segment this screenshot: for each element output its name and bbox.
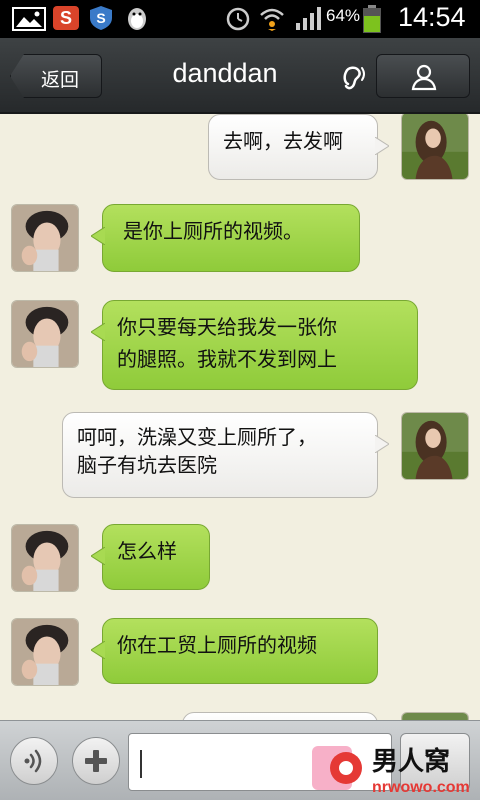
contact-avatar[interactable] [11,204,79,272]
shield-app-icon: S [90,6,112,30]
clock: 14:54 [398,2,466,32]
bubble-tail [91,547,105,565]
self-avatar[interactable] [401,412,469,480]
svg-text:S: S [60,8,72,28]
wifi-icon [260,8,284,31]
back-button-label: 返回 [41,69,80,91]
message-bubble[interactable]: 怎么样 [91,524,210,590]
message-text: 是你上厕所的视频。 [123,219,303,243]
message-text-line: 你只要每天给我发一张你 [117,315,337,339]
message-text-line: 呵呵，洗澡又变上厕所了， [77,425,317,449]
qq-penguin-icon [128,8,146,30]
self-avatar-partial[interactable] [401,712,469,720]
avatar-photo-girl [402,413,468,479]
avatar-photo-girl [402,713,468,720]
site-watermark-logo: 男人窝 nrwowo.com [312,746,470,796]
back-button[interactable]: 返回 [10,54,102,98]
bubble-tail [375,137,389,155]
message-bubble[interactable]: 你在工贸上厕所的视频 [91,618,378,684]
watermark-site: nrwowo.com [372,779,470,796]
contact-avatar[interactable] [11,618,79,686]
message-bubble[interactable]: 你只要每天给我发一张你 的腿照。我就不发到网上 [91,300,418,390]
message-bubble[interactable]: 呵呵，洗澡又变上厕所了， 脑子有坑去医院 [62,412,389,498]
avatar-photo-boy [12,619,78,685]
bubble-tail [91,227,105,245]
message-text-line: 的腿照。我就不发到网上 [117,347,337,371]
voice-input-button[interactable] [10,737,58,785]
gallery-icon [12,7,46,31]
contact-avatar[interactable] [11,300,79,368]
contact-avatar[interactable] [11,524,79,592]
bubble-tail [375,435,389,453]
earpiece-icon[interactable] [340,62,368,92]
avatar-photo-boy [12,525,78,591]
message-text: 去啊，去发啊 [223,129,343,153]
message-bubble[interactable]: 是你上厕所的视频。 [91,204,360,272]
contact-profile-button[interactable] [376,54,470,98]
message-text: 怎么样 [117,539,177,563]
message-text-line: 脑子有坑去医院 [77,453,217,477]
watermark-brand: 男人窝 [372,746,450,777]
text-cursor [140,750,142,778]
chat-header: 返回 danddan [0,38,480,114]
message-list[interactable]: 去啊，去发啊 是你上厕所的视频。 你只要每天给我发一张你 的腿照。我就不发到网上… [0,114,480,720]
message-text: 你在工贸上厕所的视频 [117,633,317,657]
plus-icon [85,750,107,772]
bubble-tail [91,641,105,659]
s-app-icon: S [53,6,79,30]
attach-plus-button[interactable] [72,737,120,785]
voice-wave-icon [24,749,42,773]
self-avatar[interactable] [401,114,469,180]
message-bubble[interactable]: 去啊，去发啊 [208,114,389,180]
status-bar: S S 64% 14:54 [0,0,480,38]
battery-percent: 64% [326,6,361,25]
bubble-tail [91,323,105,341]
person-icon [411,64,437,91]
contact-name: danddan [172,58,278,88]
avatar-photo-boy [12,301,78,367]
alarm-icon [226,7,250,31]
signal-icon [296,7,321,30]
avatar-photo-girl [402,114,468,179]
avatar-photo-boy [12,205,78,271]
svg-text:S: S [96,10,105,26]
battery-icon [363,5,381,33]
message-bubble-partial[interactable] [182,712,378,720]
